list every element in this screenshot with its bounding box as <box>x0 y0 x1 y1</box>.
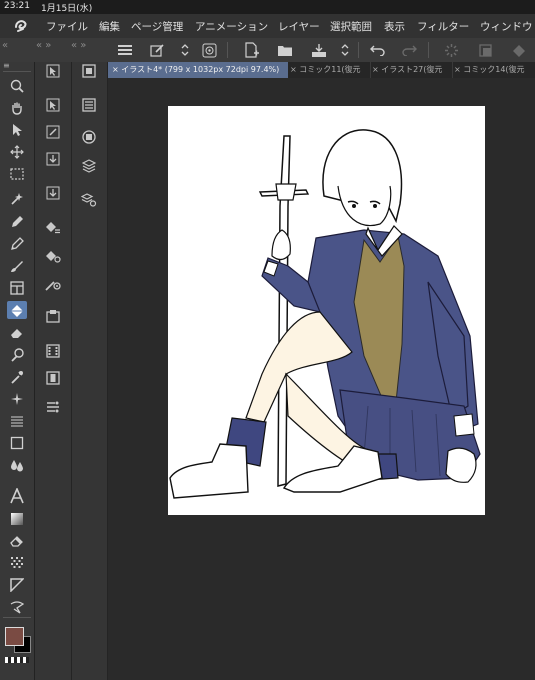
eyedropper-icon[interactable] <box>7 368 27 386</box>
tab-comic-11[interactable]: × コミック11(復元 <box>286 62 371 78</box>
layers-icon[interactable] <box>80 157 98 175</box>
fill-layer-icon[interactable] <box>44 218 62 236</box>
close-icon[interactable]: × <box>372 65 381 74</box>
navigator-icon[interactable] <box>80 62 98 80</box>
download-icon[interactable] <box>44 150 62 168</box>
divider <box>3 617 31 618</box>
collapse-left-icon[interactable]: « » <box>36 40 51 51</box>
transparent-color-swatch[interactable] <box>5 657 29 663</box>
menu-page-management[interactable]: ページ管理 <box>131 19 183 34</box>
redo-icon[interactable] <box>400 41 418 59</box>
operation-icon[interactable] <box>7 121 27 139</box>
tab-illust-4[interactable]: × イラスト4* (799 x 1032px 72dpi 97.4%) <box>108 62 288 78</box>
app-logo-icon[interactable] <box>12 17 30 35</box>
clock: 23:21 <box>4 1 30 11</box>
menu-bar: ファイル 編集 ページ管理 アニメーション レイヤー 選択範囲 表示 フィルター… <box>0 14 535 39</box>
film-icon[interactable] <box>44 342 62 360</box>
rectangle-icon[interactable] <box>7 434 27 452</box>
color-set-icon[interactable] <box>80 128 98 146</box>
timeline-icon[interactable] <box>44 398 62 416</box>
tab-illust-27[interactable]: × イラスト27(復元 <box>368 62 453 78</box>
layer-edit-icon[interactable] <box>44 123 62 141</box>
open-folder-icon[interactable] <box>276 41 294 59</box>
layer-operation-icon[interactable] <box>44 96 62 114</box>
new-file-icon[interactable] <box>242 41 260 59</box>
menu-layer[interactable]: レイヤー <box>278 19 320 34</box>
gradient-icon[interactable] <box>7 510 27 528</box>
blend-icon[interactable] <box>7 346 27 364</box>
sub-tool-panel <box>35 62 72 680</box>
fill-icon[interactable] <box>7 301 27 319</box>
material-icon[interactable] <box>44 307 62 325</box>
tab-label: イラスト4* (799 x 1032px 72dpi 97.4%) <box>121 65 280 74</box>
tab-label: コミック14(復元 <box>463 65 525 74</box>
collapse-left-icon[interactable]: « » <box>71 40 86 51</box>
main-color-swatch[interactable] <box>5 627 24 646</box>
menu-icon[interactable] <box>116 41 134 59</box>
save-icon[interactable] <box>310 41 328 59</box>
fill-settings-icon[interactable] <box>44 247 62 265</box>
collapse-left-icon[interactable]: « <box>2 40 8 51</box>
fill-icon[interactable] <box>510 41 528 59</box>
pen-icon[interactable] <box>7 213 27 231</box>
spiral-icon[interactable] <box>200 41 218 59</box>
sub-view-panel <box>72 62 108 680</box>
close-icon[interactable]: × <box>454 65 463 74</box>
menu-file[interactable]: ファイル <box>46 19 88 34</box>
stepper-icon[interactable] <box>336 41 354 59</box>
divider <box>358 42 359 58</box>
lines-icon[interactable] <box>7 412 27 430</box>
balloon-icon[interactable] <box>7 598 27 616</box>
selection-icon[interactable] <box>7 165 27 183</box>
menu-animation[interactable]: アニメーション <box>195 19 268 34</box>
panel-menu-icon[interactable]: ≡ <box>3 61 10 70</box>
divider <box>428 42 429 58</box>
drops-icon[interactable] <box>7 456 27 474</box>
frame-icon[interactable] <box>7 279 27 297</box>
decoration-icon[interactable] <box>7 554 27 572</box>
stepper-icon[interactable] <box>176 41 194 59</box>
close-icon[interactable]: × <box>290 65 299 74</box>
auto-select-icon[interactable] <box>7 189 27 207</box>
tool-panel: ≡ <box>0 61 35 680</box>
ruler-icon[interactable] <box>7 576 27 594</box>
spinner-icon[interactable] <box>442 41 460 59</box>
menu-view[interactable]: 表示 <box>384 19 405 34</box>
zoom-icon[interactable] <box>7 77 27 95</box>
object-icon[interactable] <box>44 62 62 80</box>
sparkle-icon[interactable] <box>7 390 27 408</box>
import-icon[interactable] <box>44 184 62 202</box>
tab-comic-14[interactable]: × コミック14(復元 <box>450 62 535 78</box>
close-icon[interactable]: × <box>112 65 121 74</box>
sub-view-icon[interactable] <box>80 96 98 114</box>
panel-header: ≡ <box>3 61 31 72</box>
brush-icon[interactable] <box>7 257 27 275</box>
tab-label: イラスト27(復元 <box>381 65 443 74</box>
hand-icon[interactable] <box>7 99 27 117</box>
paint-icon[interactable] <box>44 275 62 293</box>
menu-window[interactable]: ウィンドウ <box>480 19 533 34</box>
document-tab-bar: × イラスト4* (799 x 1032px 72dpi 97.4%) × コミ… <box>108 62 535 78</box>
text-icon[interactable] <box>7 487 27 505</box>
status-bar: 23:21 1月15日(水) <box>0 0 535 14</box>
layer-property-icon[interactable] <box>80 191 98 209</box>
move-icon[interactable] <box>7 143 27 161</box>
edit-icon[interactable] <box>148 41 166 59</box>
pencil-icon[interactable] <box>7 235 27 253</box>
illustration-artwork <box>169 129 481 499</box>
menu-edit[interactable]: 編集 <box>99 19 120 34</box>
clear-icon[interactable] <box>476 41 494 59</box>
correction-icon[interactable] <box>7 532 27 550</box>
undo-icon[interactable] <box>368 41 386 59</box>
eraser-icon[interactable] <box>7 324 27 342</box>
menu-selection[interactable]: 選択範囲 <box>330 19 372 34</box>
divider <box>227 42 228 58</box>
menu-filter[interactable]: フィルター <box>417 19 469 34</box>
tab-label: コミック11(復元 <box>299 65 361 74</box>
canvas-area[interactable] <box>108 78 535 680</box>
date: 1月15日(水) <box>41 4 93 14</box>
command-bar: « « » « » <box>0 38 535 62</box>
canvas-paper[interactable] <box>168 106 485 515</box>
filmstrip-icon[interactable] <box>44 369 62 387</box>
